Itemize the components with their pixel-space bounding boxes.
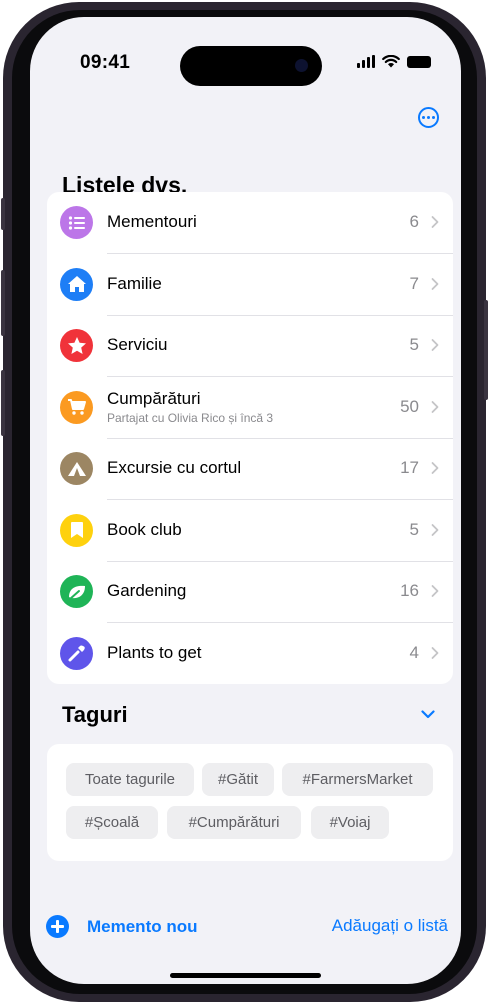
dropper-icon	[60, 636, 93, 670]
list-bullet-icon	[60, 206, 93, 240]
list-count: 17	[400, 458, 419, 478]
status-icons	[357, 55, 431, 68]
tag-farmersmarket[interactable]: #FarmersMarket	[282, 763, 433, 796]
list-item-plants-to-get[interactable]: Plants to get 4	[47, 623, 453, 685]
new-reminder-button[interactable]: Memento nou	[46, 915, 198, 938]
battery-icon	[407, 55, 431, 68]
list-name: Plants to get	[107, 643, 202, 663]
chevron-right-icon	[431, 585, 439, 598]
more-options-button[interactable]	[418, 107, 439, 128]
side-button	[484, 300, 488, 400]
list-item-serviciu[interactable]: Serviciu 5	[47, 315, 453, 377]
tags-section-title: Taguri	[62, 702, 128, 727]
chevron-right-icon	[431, 400, 439, 413]
bookmark-icon	[60, 513, 93, 547]
chevron-right-icon	[431, 647, 439, 660]
tags-card: Toate tagurile #Gătit #FarmersMarket #Șc…	[47, 744, 453, 861]
list-name: Book club	[107, 519, 182, 539]
list-name: Serviciu	[107, 335, 168, 355]
tent-icon	[60, 452, 93, 486]
list-count: 6	[409, 212, 419, 232]
tag-all[interactable]: Toate tagurile	[66, 763, 194, 796]
list-name: Mementouri	[107, 212, 197, 232]
list-count: 4	[409, 643, 419, 663]
list-item-familie[interactable]: Familie 7	[47, 254, 453, 316]
list-count: 7	[409, 273, 419, 293]
tag-voiaj[interactable]: #Voiaj	[311, 806, 389, 839]
list-item-excursie[interactable]: Excursie cu cortul 17	[47, 438, 453, 500]
screen: 09:41 Listele dvs. Mementouri 6 Familie …	[30, 17, 461, 984]
list-count: 16	[400, 581, 419, 601]
list-item-cumparaturi[interactable]: Cumpărături Partajat cu Olivia Rico și î…	[47, 377, 453, 439]
new-reminder-label: Memento nou	[87, 916, 198, 936]
chevron-right-icon	[431, 277, 439, 290]
plus-circle-icon	[46, 915, 69, 938]
list-name: Familie	[107, 273, 162, 293]
camera-icon	[295, 59, 308, 72]
tag-scoala[interactable]: #Școală	[66, 806, 158, 839]
tag-gatit[interactable]: #Gătit	[202, 763, 274, 796]
add-list-button[interactable]: Adăugați o listă	[332, 916, 448, 936]
chevron-right-icon	[431, 216, 439, 229]
home-indicator[interactable]	[170, 973, 321, 978]
status-time: 09:41	[80, 52, 131, 73]
cart-icon	[60, 390, 93, 424]
wifi-icon	[382, 55, 400, 68]
volume-up-button	[1, 270, 5, 336]
leaf-icon	[60, 575, 93, 609]
lists-card: Mementouri 6 Familie 7 Serviciu 5 Cumpăr…	[47, 192, 453, 684]
chevron-right-icon	[431, 462, 439, 475]
chevron-right-icon	[431, 339, 439, 352]
volume-down-button	[1, 370, 5, 436]
dynamic-island	[180, 46, 322, 86]
list-item-book-club[interactable]: Book club 5	[47, 500, 453, 562]
chevron-down-icon[interactable]	[421, 710, 435, 719]
list-item-mementouri[interactable]: Mementouri 6	[47, 192, 453, 254]
chevron-right-icon	[431, 523, 439, 536]
list-item-gardening[interactable]: Gardening 16	[47, 561, 453, 623]
ellipsis-circle-icon	[422, 116, 425, 119]
list-count: 5	[409, 335, 419, 355]
list-count: 50	[400, 396, 419, 416]
star-icon	[60, 329, 93, 363]
house-icon	[60, 267, 93, 301]
list-count: 5	[409, 519, 419, 539]
tag-cumparaturi[interactable]: #Cumpărături	[167, 806, 301, 839]
action-button	[1, 198, 5, 230]
signal-icon	[357, 55, 375, 68]
